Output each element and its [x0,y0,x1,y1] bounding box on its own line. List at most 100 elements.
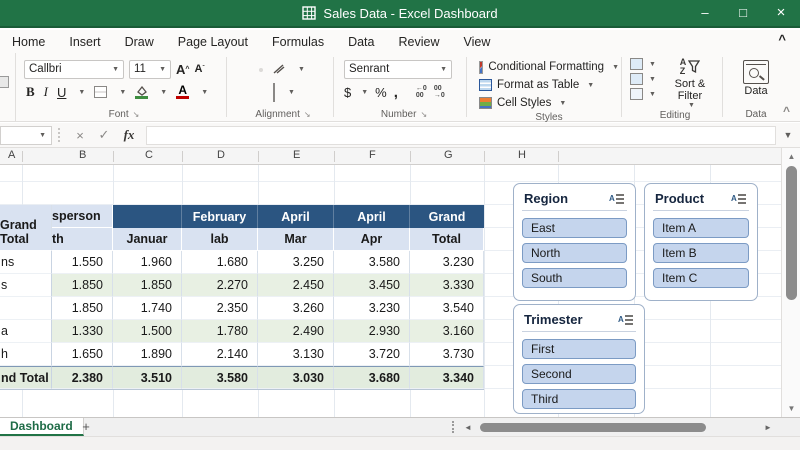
scroll-right-icon[interactable]: ► [764,423,772,432]
value-cell[interactable]: 1.550 [52,251,113,274]
merge-center-button[interactable] [271,82,277,104]
value-cell[interactable]: 2.270 [182,274,258,297]
value-cell[interactable]: 1.960 [113,251,182,274]
value-cell[interactable]: 3.230 [410,251,484,274]
slicer-region[interactable]: Region A East North South [513,183,636,301]
header-cell[interactable]: February [182,205,258,229]
scroll-down-icon[interactable]: ▼ [782,404,800,413]
value-cell[interactable]: 3.720 [334,343,410,366]
slicer-item[interactable]: Second [522,364,636,384]
value-cell[interactable]: 1.850 [113,274,182,297]
chevron-down-icon[interactable]: ▼ [361,89,368,96]
header-cell[interactable]: April [334,205,410,229]
value-cell[interactable]: 3.330 [410,274,484,297]
italic-button[interactable]: I [44,84,48,100]
autosum-button[interactable]: ▼ [630,58,656,70]
value-cell[interactable]: 3.030 [258,366,334,389]
value-cell[interactable]: 3.680 [334,366,410,389]
header-cell[interactable]: th [52,228,113,251]
underline-button[interactable]: U [57,85,66,100]
percent-format-button[interactable]: % [375,85,387,100]
align-right-button[interactable] [259,91,263,95]
value-cell[interactable]: 1.500 [113,320,182,343]
close-button[interactable]: × [762,0,800,26]
column-header-e[interactable]: E [293,149,300,161]
decrease-font-size-button[interactable]: Aˇ [194,63,204,75]
chevron-down-icon[interactable]: ▼ [288,89,295,96]
slicer-item[interactable]: Item A [653,218,749,238]
chevron-down-icon[interactable]: ▼ [78,89,85,96]
comma-format-button[interactable]: , [394,84,398,101]
align-center-button[interactable] [247,91,251,95]
value-cell[interactable]: 3.450 [334,274,410,297]
chevron-down-icon[interactable]: ▼ [201,89,208,96]
chevron-down-icon[interactable]: ▼ [298,66,305,73]
font-color-button[interactable]: A [176,84,190,99]
value-cell[interactable]: 3.730 [410,343,484,366]
borders-button[interactable] [94,86,108,98]
align-left-button[interactable] [235,91,239,95]
value-cell[interactable]: 2.490 [258,320,334,343]
row-label-cell[interactable]: s [0,274,52,297]
worksheet-grid[interactable]: sperson February April April Grand Grand… [0,165,781,417]
confirm-entry-icon[interactable]: ✓ [92,127,116,143]
column-header-c[interactable]: C [145,149,153,161]
value-cell[interactable]: 2.350 [182,297,258,320]
insert-function-icon[interactable]: fx [116,127,142,143]
value-cell[interactable]: 2.380 [52,366,113,389]
formula-input[interactable] [146,125,776,145]
align-middle-button[interactable] [247,68,251,72]
formula-bar-grip[interactable] [58,128,60,142]
cancel-entry-icon[interactable]: × [68,128,92,143]
format-as-table-button[interactable]: Format as Table ▼ [479,76,619,94]
value-cell[interactable]: 3.340 [410,366,484,389]
align-bottom-button[interactable] [259,67,263,72]
header-cell[interactable]: Apr [334,228,410,251]
font-dialog-launcher-icon[interactable]: ↘ [133,110,140,119]
font-size-select[interactable]: 11 ▼ [129,59,171,79]
column-header-a[interactable]: A [8,149,15,161]
decrease-decimal-button[interactable]: 00 →0 [434,85,445,99]
value-cell[interactable]: 1.850 [52,274,113,297]
value-cell[interactable]: 2.140 [182,343,258,366]
column-header-f[interactable]: F [369,149,376,161]
fill-color-button[interactable] [135,85,149,99]
value-cell[interactable]: 1.780 [182,320,258,343]
multi-select-icon[interactable]: A [731,193,747,205]
row-label-cell[interactable] [0,297,52,320]
multi-select-icon[interactable]: A [609,193,625,205]
value-cell[interactable]: 3.130 [258,343,334,366]
slicer-item[interactable]: South [522,268,627,288]
tab-data[interactable]: Data [336,35,386,49]
header-cell[interactable]: Januar [113,228,182,251]
maximize-button[interactable]: □ [724,0,762,26]
vertical-scrollbar[interactable]: ▲ ▼ [781,148,800,417]
value-cell[interactable]: 1.650 [52,343,113,366]
value-cell[interactable]: 3.580 [182,366,258,389]
header-cell[interactable]: Grand [410,205,484,229]
scroll-left-icon[interactable]: ◄ [464,423,472,432]
number-dialog-launcher-icon[interactable]: ↘ [420,110,427,119]
sheet-tab-dashboard[interactable]: Dashboard [0,418,84,436]
value-cell[interactable]: 2.930 [334,320,410,343]
chevron-down-icon[interactable]: ▼ [160,89,167,96]
currency-format-button[interactable]: $ [344,85,351,100]
add-sheet-button[interactable]: + [78,419,94,434]
fill-button[interactable]: ▼ [630,73,656,85]
scroll-up-icon[interactable]: ▲ [782,152,800,161]
clipboard-icon[interactable] [0,76,9,88]
multi-select-icon[interactable]: A [618,314,634,326]
grand-total-column-header[interactable]: Grand Total [0,205,52,251]
horizontal-scrollbar-thumb[interactable] [480,423,706,432]
scrollbar-grip[interactable] [452,421,454,433]
tab-review[interactable]: Review [386,35,451,49]
slicer-item[interactable]: Third [522,389,636,409]
row-label-cell[interactable]: nd Total [0,366,52,389]
column-header-g[interactable]: G [444,149,453,161]
sort-filter-button[interactable]: AZ Sort & Filter ▼ [664,58,716,110]
value-cell[interactable]: 3.260 [258,297,334,320]
value-cell[interactable]: 1.740 [113,297,182,320]
value-cell[interactable]: 1.680 [182,251,258,274]
row-label-cell[interactable]: ns [0,251,52,274]
tab-insert[interactable]: Insert [57,35,112,49]
